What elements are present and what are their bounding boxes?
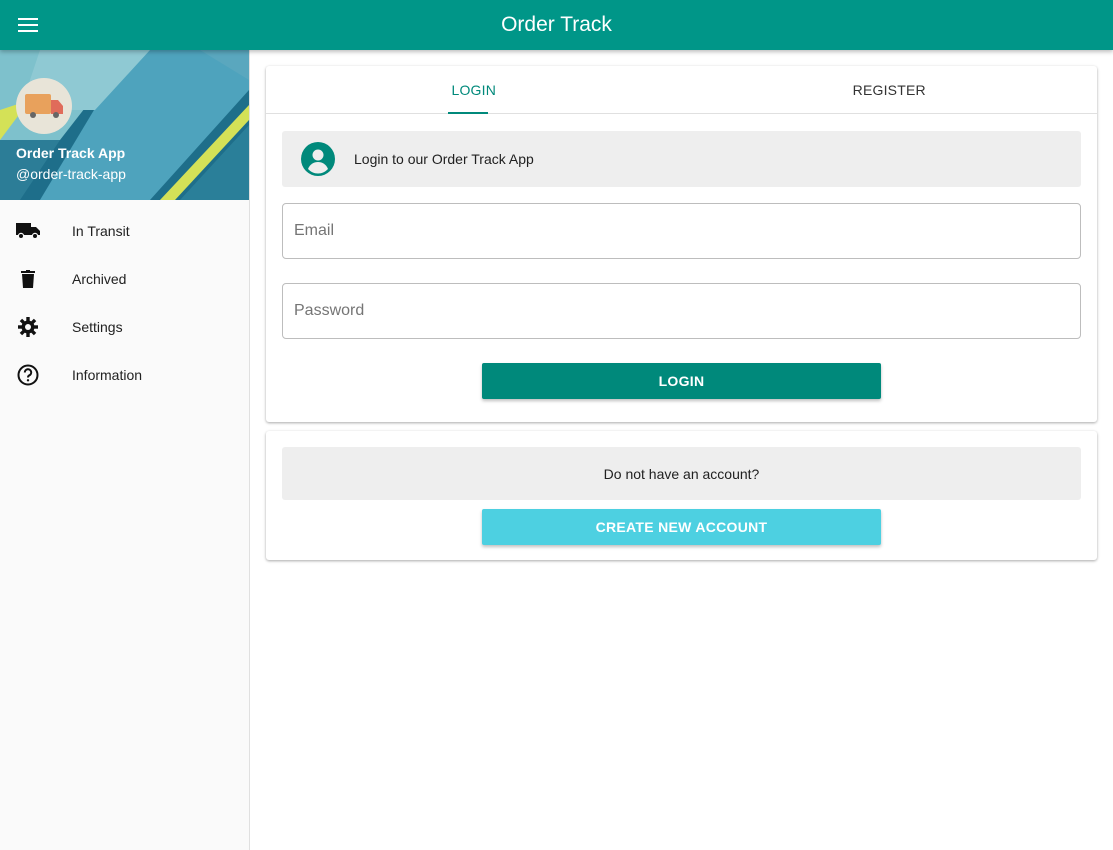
help-circle-icon (16, 363, 40, 387)
nav-item-label: Archived (72, 271, 127, 287)
tab-login[interactable]: LOGIN (266, 66, 682, 113)
password-field (282, 283, 1081, 339)
login-card: LOGIN REGISTER Login to our Order Track … (266, 66, 1097, 422)
app-bar: Order Track (0, 0, 1113, 50)
nav-item-label: Information (72, 367, 143, 383)
login-info-box: Login to our Order Track App (282, 131, 1081, 187)
gear-icon (16, 315, 40, 339)
nav-item-label: Settings (72, 319, 123, 335)
nav-item-label: In Transit (72, 223, 130, 239)
register-card: Do not have an account? CREATE NEW ACCOU… (266, 431, 1097, 560)
password-input[interactable] (283, 284, 1080, 338)
email-field (282, 203, 1081, 259)
tab-indicator (448, 112, 488, 114)
truck-icon (25, 94, 63, 118)
nav-item-information[interactable]: Information (0, 351, 249, 399)
avatar (16, 78, 72, 134)
no-account-prompt: Do not have an account? (282, 447, 1081, 500)
app-title: Order Track (501, 13, 612, 36)
login-info-text: Login to our Order Track App (354, 151, 534, 167)
login-button[interactable]: LOGIN (482, 363, 881, 399)
side-drawer: Order Track App @order-track-app In Tran… (0, 50, 250, 850)
nav-list: In Transit Archived Settings Information (0, 200, 249, 399)
tab-register[interactable]: REGISTER (682, 66, 1098, 113)
trash-icon (16, 267, 40, 291)
account-circle-icon (301, 142, 335, 176)
drawer-handle: @order-track-app (16, 166, 126, 182)
drawer-app-name: Order Track App (16, 145, 126, 161)
drawer-header: Order Track App @order-track-app (0, 50, 249, 200)
auth-tabs: LOGIN REGISTER (266, 66, 1097, 114)
nav-item-settings[interactable]: Settings (0, 303, 249, 351)
create-account-button[interactable]: CREATE NEW ACCOUNT (482, 509, 881, 545)
email-input[interactable] (283, 204, 1080, 258)
nav-item-archived[interactable]: Archived (0, 255, 249, 303)
nav-item-in-transit[interactable]: In Transit (0, 207, 249, 255)
truck-icon (16, 219, 40, 243)
